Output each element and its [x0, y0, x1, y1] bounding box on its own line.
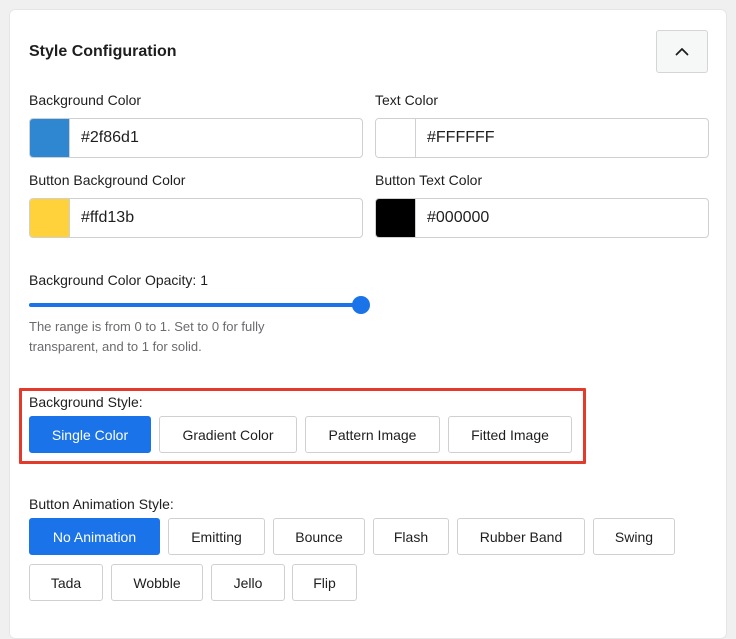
opacity-help-text: The range is from 0 to 1. Set to 0 for f… — [29, 319, 265, 354]
animation-emitting-button[interactable]: Emitting — [168, 518, 265, 555]
button-text-color-field[interactable] — [375, 198, 709, 238]
text-color-field[interactable] — [375, 118, 709, 158]
collapse-button[interactable] — [656, 30, 708, 73]
background-color-field[interactable] — [29, 118, 363, 158]
button-background-color-swatch[interactable] — [30, 199, 70, 237]
animation-rubber-band-button[interactable]: Rubber Band — [457, 518, 585, 555]
button-background-color-label: Button Background Color — [29, 172, 186, 188]
button-background-color-field[interactable] — [29, 198, 363, 238]
button-background-color-input[interactable] — [81, 199, 351, 237]
text-color-swatch[interactable] — [376, 119, 416, 157]
opacity-label: Background Color Opacity: 1 — [29, 272, 208, 288]
background-color-input[interactable] — [81, 119, 351, 157]
background-color-swatch[interactable] — [30, 119, 70, 157]
button-text-color-label: Button Text Color — [375, 172, 483, 188]
animation-style-label: Button Animation Style: — [29, 496, 174, 512]
animation-jello-button[interactable]: Jello — [211, 564, 285, 601]
background-style-gradient-color-button[interactable]: Gradient Color — [159, 416, 297, 453]
animation-flip-button[interactable]: Flip — [292, 564, 357, 601]
animation-flash-button[interactable]: Flash — [373, 518, 449, 555]
background-style-single-color-button[interactable]: Single Color — [29, 416, 151, 453]
animation-swing-button[interactable]: Swing — [593, 518, 675, 555]
background-color-label: Background Color — [29, 92, 142, 108]
button-text-color-input[interactable] — [427, 199, 697, 237]
animation-no-animation-button[interactable]: No Animation — [29, 518, 160, 555]
opacity-slider[interactable] — [29, 296, 370, 314]
button-text-color-swatch[interactable] — [376, 199, 416, 237]
background-style-label: Background Style: — [29, 394, 143, 410]
text-color-label: Text Color — [375, 92, 439, 108]
opacity-slider-fill — [29, 303, 361, 307]
animation-bounce-button[interactable]: Bounce — [273, 518, 365, 555]
opacity-slider-thumb[interactable] — [352, 296, 370, 314]
background-style-pattern-image-button[interactable]: Pattern Image — [305, 416, 440, 453]
animation-tada-button[interactable]: Tada — [29, 564, 103, 601]
chevron-up-icon — [675, 48, 689, 56]
style-configuration-panel: Style Configuration Background Color Tex… — [9, 9, 727, 639]
text-color-input[interactable] — [427, 119, 697, 157]
animation-wobble-button[interactable]: Wobble — [111, 564, 203, 601]
panel-title: Style Configuration — [29, 43, 177, 60]
background-style-fitted-image-button[interactable]: Fitted Image — [448, 416, 572, 453]
